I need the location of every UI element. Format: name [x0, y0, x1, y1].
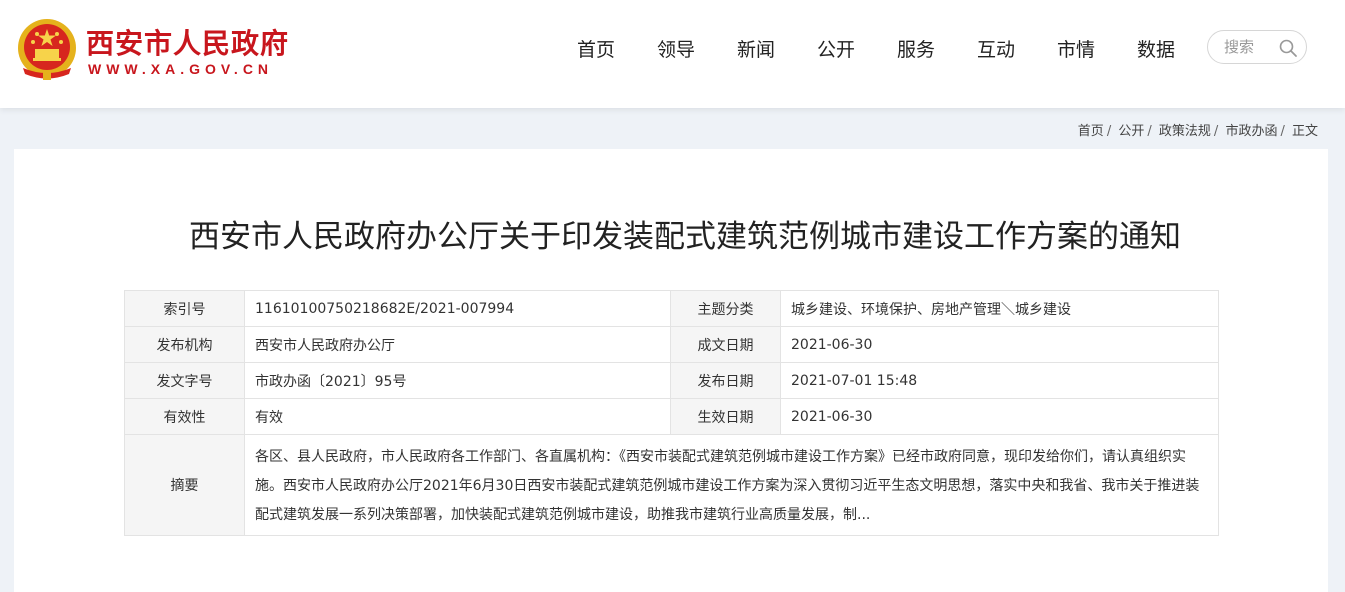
created-date-label: 成文日期	[670, 326, 781, 363]
effective-date-label: 生效日期	[670, 398, 781, 435]
table-row: 索引号 11610100750218682E/2021-007994 主题分类 …	[124, 290, 1219, 327]
article-panel: 西安市人民政府办公厅关于印发装配式建筑范例城市建设工作方案的通知 索引号 116…	[14, 149, 1328, 592]
validity-label: 有效性	[124, 398, 245, 435]
breadcrumb-separator: /	[1147, 124, 1152, 139]
nav-item-news[interactable]: 新闻	[716, 35, 796, 65]
main-nav: 首页 领导 新闻 公开 服务 互动 市情 数据	[556, 35, 1196, 65]
index-no-value: 11610100750218682E/2021-007994	[244, 290, 671, 327]
site-title[interactable]: 西安市人民政府	[86, 22, 289, 62]
document-title: 西安市人民政府办公厅关于印发装配式建筑范例城市建设工作方案的通知	[189, 219, 1181, 255]
effective-date-value: 2021-06-30	[780, 398, 1219, 435]
national-emblem-icon[interactable]	[15, 16, 79, 84]
breadcrumb-category[interactable]: 市政办函	[1225, 124, 1277, 139]
nav-item-public[interactable]: 公开	[796, 35, 876, 65]
published-date-value: 2021-07-01 15:48	[780, 362, 1219, 399]
abstract-label: 摘要	[124, 434, 245, 536]
table-row: 发布机构 西安市人民政府办公厅 成文日期 2021-06-30	[124, 326, 1219, 363]
search-input[interactable]	[1224, 37, 1274, 57]
breadcrumb-separator: /	[1213, 124, 1219, 139]
subject-value: 城乡建设、环境保护、房地产管理＼城乡建设	[780, 290, 1219, 327]
breadcrumb-current: 正文	[1291, 124, 1318, 139]
validity-value: 有效	[244, 398, 671, 435]
document-meta-table: 索引号 11610100750218682E/2021-007994 主题分类 …	[124, 290, 1219, 536]
search-icon[interactable]	[1278, 38, 1298, 58]
nav-item-services[interactable]: 服务	[876, 35, 956, 65]
issuer-value: 西安市人民政府办公厅	[244, 326, 671, 363]
abstract-value: 各区、县人民政府，市人民政府各工作部门、各直属机构：《西安市装配式建筑范例城市建…	[244, 434, 1219, 536]
breadcrumb-separator: /	[1280, 124, 1285, 139]
site-header: 西安市人民政府 WWW.XA.GOV.CN 首页 领导 新闻 公开 服务 互动 …	[0, 0, 1345, 108]
nav-item-leaders[interactable]: 领导	[636, 35, 716, 65]
breadcrumb-public[interactable]: 公开	[1118, 124, 1144, 139]
breadcrumb: 首页 / 公开 / 政策法规 / 市政办函 / 正文	[1078, 120, 1318, 139]
nav-item-interaction[interactable]: 互动	[956, 35, 1036, 65]
site-url[interactable]: WWW.XA.GOV.CN	[88, 61, 273, 77]
table-row: 有效性 有效 生效日期 2021-06-30	[124, 398, 1219, 435]
breadcrumb-home[interactable]: 首页	[1078, 124, 1104, 139]
subject-label: 主题分类	[670, 290, 781, 327]
nav-item-home[interactable]: 首页	[556, 35, 636, 65]
index-no-label: 索引号	[124, 290, 245, 327]
nav-item-city-info[interactable]: 市情	[1036, 35, 1116, 65]
breadcrumb-separator: /	[1106, 124, 1112, 139]
published-date-label: 发布日期	[670, 362, 781, 399]
doc-no-label: 发文字号	[124, 362, 245, 399]
search-box	[1207, 30, 1307, 64]
created-date-value: 2021-06-30	[780, 326, 1219, 363]
table-row: 发文字号 市政办函〔2021〕95号 发布日期 2021-07-01 15:48	[124, 362, 1219, 399]
breadcrumb-policies[interactable]: 政策法规	[1159, 124, 1211, 139]
nav-item-data[interactable]: 数据	[1116, 35, 1196, 65]
table-row: 摘要 各区、县人民政府，市人民政府各工作部门、各直属机构：《西安市装配式建筑范例…	[124, 434, 1219, 536]
doc-no-value: 市政办函〔2021〕95号	[244, 362, 671, 399]
issuer-label: 发布机构	[124, 326, 245, 363]
